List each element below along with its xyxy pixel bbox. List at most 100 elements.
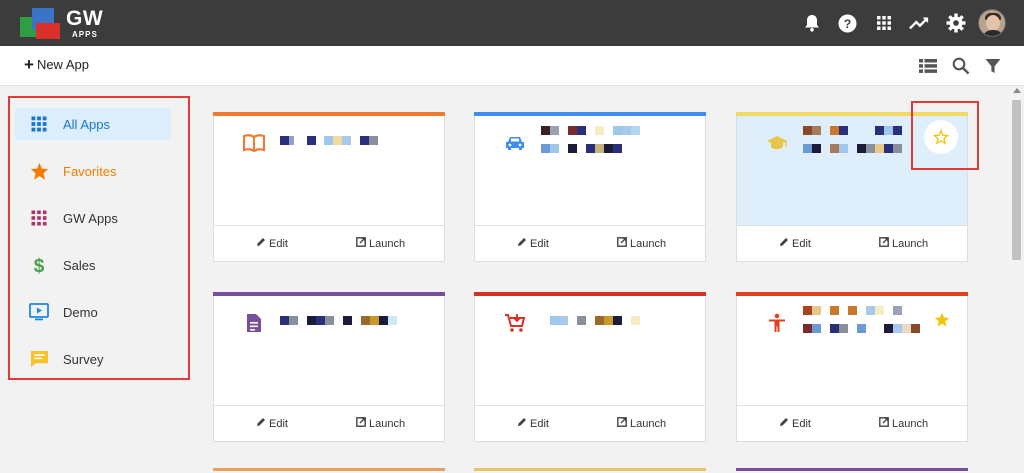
card-footer: Edit Launch bbox=[737, 405, 967, 441]
sidebar-item-favorites[interactable]: Favorites bbox=[15, 155, 171, 187]
app-title-redacted bbox=[214, 314, 444, 344]
sidebar-item-label: All Apps bbox=[63, 116, 110, 132]
app-card[interactable]: Edit Launch bbox=[474, 292, 706, 442]
launch-button[interactable]: Launch bbox=[356, 417, 405, 430]
launch-button[interactable]: Launch bbox=[617, 237, 666, 250]
launch-icon bbox=[617, 237, 627, 250]
favorite-star-icon[interactable] bbox=[934, 312, 950, 332]
app-card-partial[interactable] bbox=[736, 468, 968, 473]
sidebar-item-all-apps[interactable]: All Apps bbox=[15, 108, 171, 140]
list-view-icon[interactable] bbox=[918, 56, 938, 76]
sidebar-item-label: Demo bbox=[63, 304, 98, 320]
pencil-icon bbox=[256, 237, 266, 250]
apps-grid-icon[interactable] bbox=[874, 13, 894, 33]
grid-icon bbox=[27, 114, 51, 134]
edit-label: Edit bbox=[530, 237, 549, 250]
edit-button[interactable]: Edit bbox=[256, 417, 288, 430]
svg-text:$: $ bbox=[34, 256, 45, 275]
card-body[interactable] bbox=[737, 296, 967, 405]
launch-button[interactable]: Launch bbox=[879, 237, 928, 250]
new-app-button[interactable]: + New App bbox=[24, 54, 89, 74]
app-card-partial[interactable] bbox=[474, 468, 706, 473]
app-title-redacted bbox=[475, 126, 705, 156]
scrollbar-thumb[interactable] bbox=[1012, 100, 1021, 260]
card-body[interactable] bbox=[475, 116, 705, 225]
app-title-redacted bbox=[475, 314, 705, 344]
app-card[interactable]: Edit Launch bbox=[213, 292, 445, 442]
gear-icon[interactable] bbox=[946, 13, 966, 33]
card-body[interactable] bbox=[214, 296, 444, 405]
launch-icon bbox=[356, 237, 366, 250]
sidebar-item-label: GW Apps bbox=[63, 210, 118, 226]
dollar-icon: $ bbox=[27, 255, 51, 275]
pencil-icon bbox=[779, 237, 789, 250]
trending-icon[interactable] bbox=[909, 13, 929, 33]
new-app-label: New App bbox=[36, 57, 89, 72]
app-title-redacted bbox=[214, 134, 444, 164]
sidebar-item-demo[interactable]: Demo bbox=[15, 296, 171, 328]
top-bar: GW APPS ? bbox=[0, 0, 1024, 46]
dots-grid-icon bbox=[27, 208, 51, 228]
edit-label: Edit bbox=[792, 237, 811, 250]
bell-icon[interactable] bbox=[802, 13, 822, 33]
pencil-icon bbox=[517, 417, 527, 430]
star-icon bbox=[27, 161, 51, 181]
app-card-partial[interactable] bbox=[213, 468, 445, 473]
edit-button[interactable]: Edit bbox=[517, 417, 549, 430]
card-body[interactable] bbox=[475, 296, 705, 405]
chat-icon bbox=[27, 349, 51, 369]
launch-label: Launch bbox=[369, 237, 406, 250]
sidebar-item-label: Survey bbox=[63, 351, 104, 367]
launch-button[interactable]: Launch bbox=[879, 417, 928, 430]
edit-label: Edit bbox=[530, 417, 549, 430]
logo-text: GW bbox=[66, 7, 104, 30]
launch-label: Launch bbox=[892, 237, 929, 250]
edit-button[interactable]: Edit bbox=[517, 237, 549, 250]
card-body[interactable] bbox=[214, 116, 444, 225]
sidebar-item-label: Sales bbox=[63, 257, 96, 273]
launch-icon bbox=[356, 417, 366, 430]
sidebar-item-label: Favorites bbox=[63, 163, 117, 179]
app-card[interactable]: Edit Launch bbox=[736, 292, 968, 442]
sidebar-item-sales[interactable]: $ Sales bbox=[15, 249, 171, 281]
sidebar-item-survey[interactable]: Survey bbox=[15, 343, 171, 375]
launch-label: Launch bbox=[630, 417, 667, 430]
card-footer: Edit Launch bbox=[737, 225, 967, 261]
pencil-icon bbox=[517, 237, 527, 250]
help-icon[interactable]: ? bbox=[837, 13, 857, 33]
filter-icon[interactable] bbox=[983, 56, 1003, 76]
search-icon[interactable] bbox=[951, 56, 971, 76]
toolbar: + New App bbox=[0, 46, 1024, 86]
highlight-box bbox=[911, 101, 979, 170]
pencil-icon bbox=[779, 417, 789, 430]
monitor-play-icon bbox=[27, 302, 51, 322]
launch-label: Launch bbox=[892, 417, 929, 430]
launch-button[interactable]: Launch bbox=[356, 237, 405, 250]
sidebar-item-gw-apps[interactable]: GW Apps bbox=[15, 202, 171, 234]
launch-icon bbox=[617, 417, 627, 430]
edit-label: Edit bbox=[792, 417, 811, 430]
launch-icon bbox=[879, 417, 889, 430]
edit-label: Edit bbox=[269, 237, 288, 250]
scroll-up-icon[interactable] bbox=[1013, 88, 1021, 93]
gw-apps-logo[interactable]: GW APPS bbox=[18, 5, 118, 41]
card-footer: Edit Launch bbox=[214, 225, 444, 261]
launch-label: Launch bbox=[369, 417, 406, 430]
card-footer: Edit Launch bbox=[475, 405, 705, 441]
vertical-scrollbar[interactable] bbox=[1008, 86, 1024, 473]
launch-icon bbox=[879, 237, 889, 250]
launch-label: Launch bbox=[630, 237, 667, 250]
edit-button[interactable]: Edit bbox=[779, 417, 811, 430]
edit-label: Edit bbox=[269, 417, 288, 430]
card-footer: Edit Launch bbox=[475, 225, 705, 261]
launch-button[interactable]: Launch bbox=[617, 417, 666, 430]
app-card[interactable]: Edit Launch bbox=[474, 112, 706, 262]
category-sidebar: All Apps Favorites GW Apps $ Sales Demo bbox=[8, 96, 190, 380]
edit-button[interactable]: Edit bbox=[256, 237, 288, 250]
plus-icon: + bbox=[24, 54, 34, 74]
app-card[interactable]: Edit Launch bbox=[213, 112, 445, 262]
logo-subtext: APPS bbox=[72, 30, 98, 39]
card-footer: Edit Launch bbox=[214, 405, 444, 441]
edit-button[interactable]: Edit bbox=[779, 237, 811, 250]
avatar[interactable] bbox=[978, 9, 1006, 37]
